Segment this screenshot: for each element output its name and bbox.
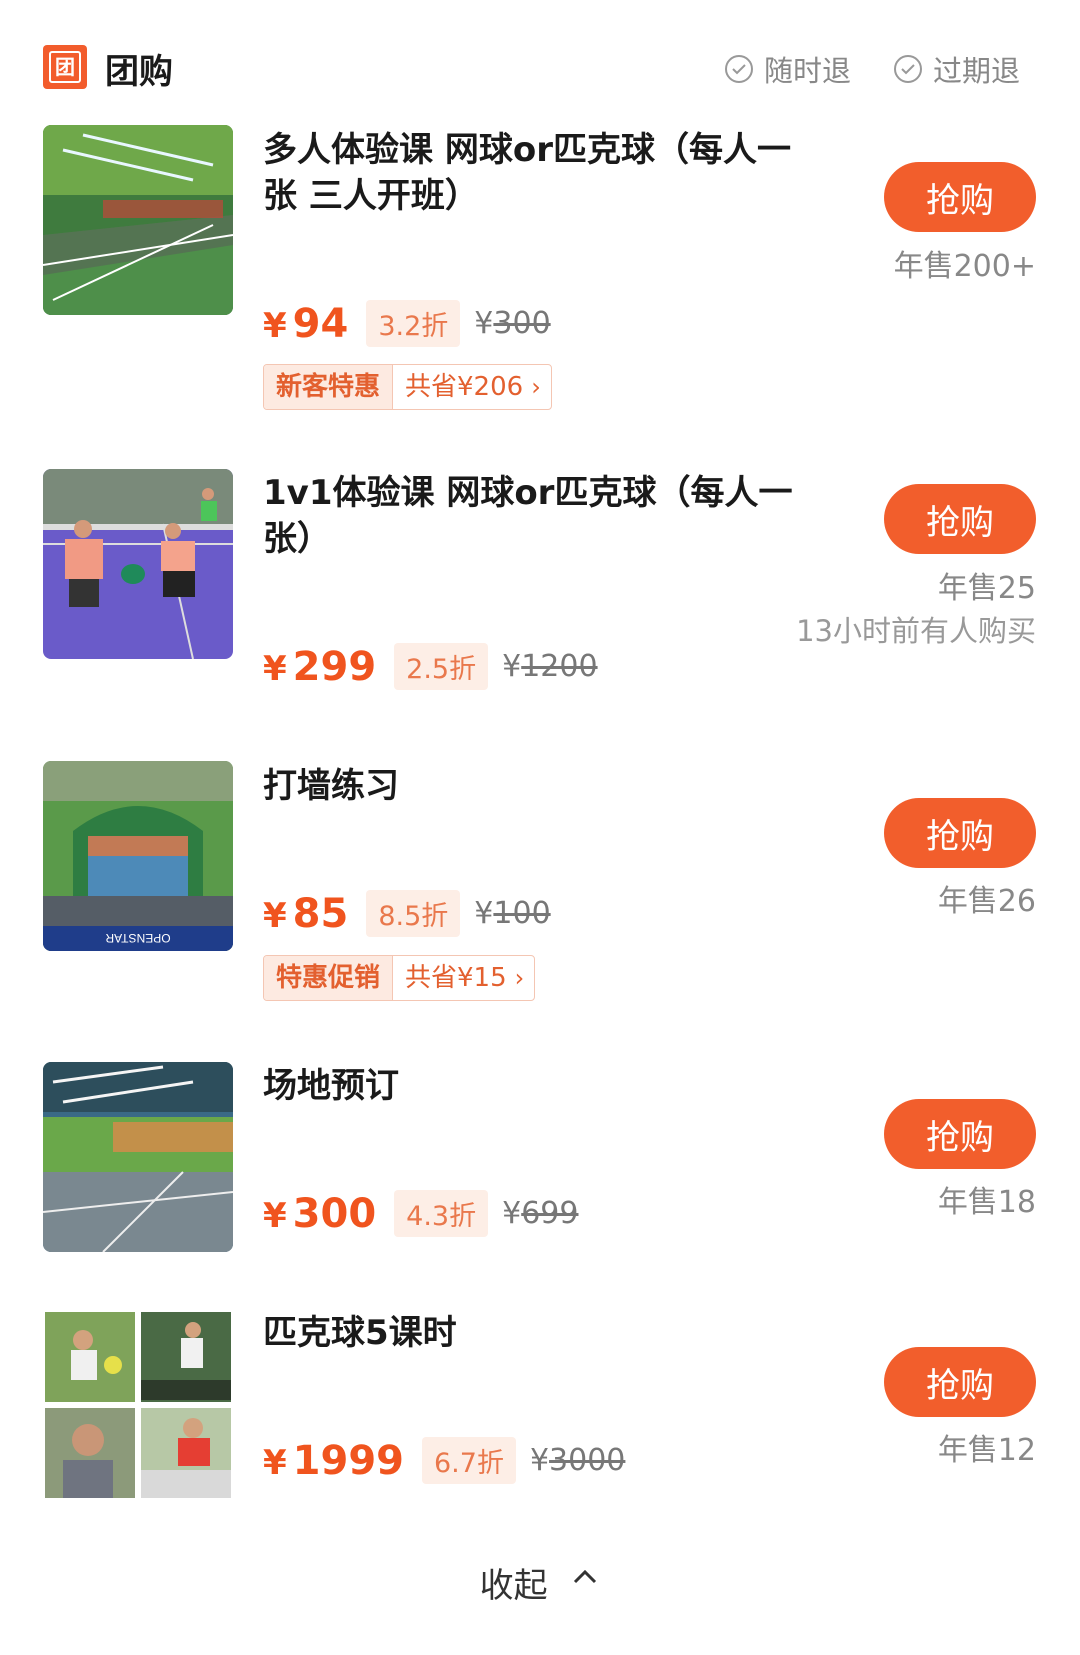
group-buy-header: 团 团购 随时退 过期退: [0, 0, 1080, 125]
original-price: ¥699: [502, 1196, 579, 1231]
chevron-right-icon: ›: [531, 373, 541, 401]
buy-button[interactable]: 抢购: [884, 1347, 1036, 1417]
discount-badge: 8.5折: [366, 890, 461, 937]
svg-text:OPENSTAR: OPENSTAR: [105, 931, 170, 945]
price-row: ¥299 2.5折 ¥1200: [263, 643, 598, 690]
collapse-button[interactable]: 收起: [0, 1558, 1080, 1607]
deal-title[interactable]: 场地预订: [263, 1063, 823, 1109]
promo-badge[interactable]: 特惠促销 共省¥15 ›: [263, 955, 536, 1001]
current-price: ¥299: [263, 643, 377, 690]
buy-button[interactable]: 抢购: [884, 798, 1036, 868]
original-price: ¥100: [474, 896, 551, 931]
group-buy-logo-icon: 团: [43, 45, 87, 89]
current-price: ¥300: [263, 1190, 377, 1237]
price-row: ¥85 8.5折 ¥100: [263, 890, 551, 937]
buy-button[interactable]: 抢购: [884, 1099, 1036, 1169]
original-price: ¥3000: [529, 1443, 626, 1478]
discount-badge: 4.3折: [394, 1190, 489, 1237]
price-row: ¥1999 6.7折 ¥3000: [263, 1437, 625, 1484]
current-price: ¥85: [263, 890, 349, 937]
price-row: ¥94 3.2折 ¥300: [263, 300, 551, 347]
deal-image-collage[interactable]: [43, 1310, 233, 1500]
original-price: ¥300: [474, 306, 551, 341]
price-row: ¥300 4.3折 ¥699: [263, 1190, 578, 1237]
guarantee-refund-anytime: 随时退: [724, 48, 851, 90]
annual-sales: 年售26: [937, 884, 1036, 919]
discount-badge: 6.7折: [422, 1437, 516, 1484]
deal-title[interactable]: 多人体验课 网球or匹克球（每人一张 三人开班）: [263, 127, 823, 219]
annual-sales: 年售25: [937, 571, 1036, 606]
deal-image-players[interactable]: [43, 469, 233, 659]
current-price: ¥1999: [263, 1437, 404, 1484]
deal-title[interactable]: 1v1体验课 网球or匹克球（每人一张）: [263, 470, 823, 562]
original-price: ¥1200: [502, 649, 598, 684]
section-title: 团购: [105, 52, 173, 92]
buy-button[interactable]: 抢购: [884, 484, 1036, 554]
buy-button[interactable]: 抢购: [884, 162, 1036, 232]
promo-badge[interactable]: 新客特惠 共省¥206 ›: [263, 364, 552, 410]
recent-purchase-note: 13小时前有人购买: [796, 614, 1036, 648]
current-price: ¥94: [263, 300, 349, 347]
deal-title[interactable]: 匹克球5课时: [263, 1310, 823, 1356]
chevron-up-icon: [574, 1569, 597, 1584]
deal-image-practice-wall[interactable]: OPENSTAR: [43, 761, 233, 951]
deal-title[interactable]: 打墙练习: [263, 763, 823, 809]
chevron-right-icon: ›: [514, 964, 525, 992]
discount-badge: 2.5折: [394, 643, 489, 690]
guarantee-refund-expired: 过期退: [893, 48, 1020, 90]
annual-sales: 年售12: [937, 1433, 1036, 1468]
discount-badge: 3.2折: [366, 300, 461, 347]
deal-image-indoor-court[interactable]: [43, 125, 233, 315]
check-circle-icon: [725, 55, 753, 83]
annual-sales: 年售18: [937, 1185, 1036, 1220]
annual-sales: 年售200+: [893, 249, 1036, 284]
deal-image-venue[interactable]: [43, 1062, 233, 1252]
check-circle-icon: [894, 55, 922, 83]
